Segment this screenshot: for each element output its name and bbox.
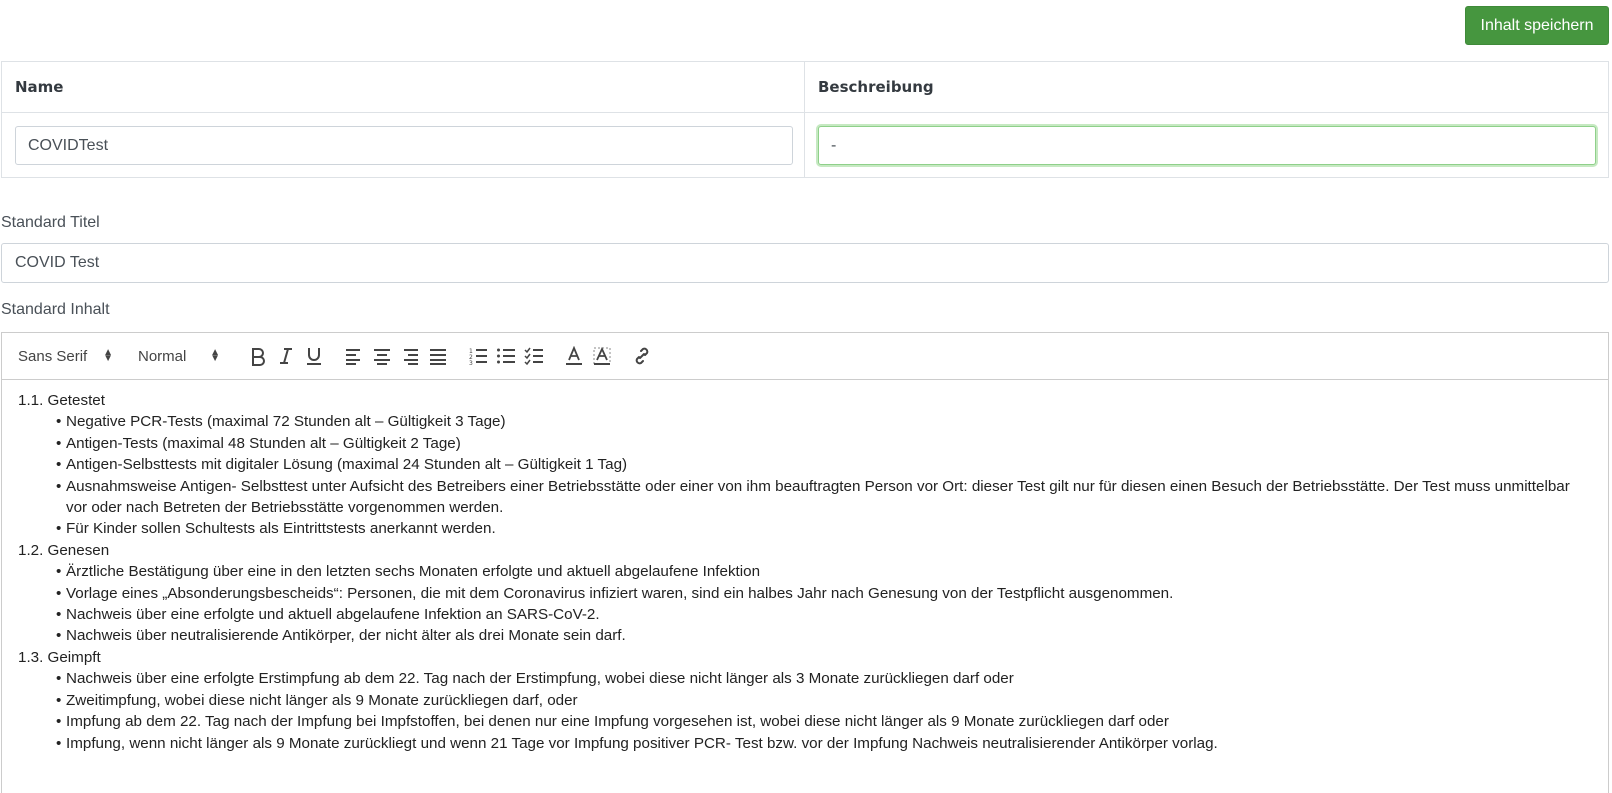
list-item: Vorlage eines „Absonderungsbescheids“: P… bbox=[56, 583, 1592, 605]
italic-icon bbox=[280, 348, 292, 364]
description-input[interactable] bbox=[818, 126, 1596, 165]
list-item: Nachweis über neutralisierende Antikörpe… bbox=[56, 625, 1592, 647]
standard-content-label: Standard Inhalt bbox=[1, 301, 110, 318]
chevron-updown-icon: ▲ ▼ bbox=[210, 347, 220, 364]
standard-title-input[interactable] bbox=[1, 243, 1609, 283]
list-item: Antigen-Tests (maximal 48 Stunden alt – … bbox=[56, 433, 1592, 455]
align-right-icon bbox=[404, 349, 418, 365]
chevron-updown-icon: ▲ ▼ bbox=[103, 347, 113, 364]
text-color-button[interactable] bbox=[560, 342, 588, 370]
align-left-icon bbox=[346, 349, 360, 365]
bullet-list: Negative PCR-Tests (maximal 72 Stunden a… bbox=[18, 411, 1592, 540]
checklist-button[interactable] bbox=[520, 342, 548, 370]
column-header-name: Name bbox=[2, 62, 805, 112]
rich-text-editor: Sans Serif ▲ ▼ Normal ▲ ▼ 123 1.1. Getes… bbox=[1, 332, 1609, 793]
italic-button[interactable] bbox=[272, 342, 300, 370]
list-item: Nachweis über eine erfolgte und aktuell … bbox=[56, 604, 1592, 626]
align-center-button[interactable] bbox=[368, 342, 396, 370]
bullet-list-icon bbox=[497, 348, 515, 364]
column-header-name-label: Name bbox=[15, 78, 64, 96]
background-color-icon bbox=[593, 346, 611, 365]
bullet-list: Ärztliche Bestätigung über eine in den l… bbox=[18, 561, 1592, 647]
list-item: Antigen-Selbsttests mit digitaler Lösung… bbox=[56, 454, 1592, 476]
link-button[interactable] bbox=[628, 342, 656, 370]
description-cell bbox=[805, 113, 1608, 177]
bold-button[interactable] bbox=[244, 342, 272, 370]
bullet-list: Nachweis über eine erfolgte Erstimpfung … bbox=[18, 668, 1592, 754]
link-icon bbox=[635, 347, 649, 365]
bullet-list-button[interactable] bbox=[492, 342, 520, 370]
column-header-description: Beschreibung bbox=[805, 62, 1608, 112]
table-header-row: Name Beschreibung bbox=[2, 62, 1608, 113]
section-title: 1.2. Genesen bbox=[18, 541, 110, 559]
checklist-icon bbox=[524, 347, 543, 366]
standard-title-label: Standard Titel bbox=[1, 214, 100, 231]
list-item: Zweitimpfung, wobei diese nicht länger a… bbox=[56, 690, 1592, 712]
list-item: Impfung, wenn nicht länger als 9 Monate … bbox=[56, 733, 1592, 755]
font-size-value: Normal bbox=[138, 347, 187, 365]
align-center-icon bbox=[374, 349, 390, 365]
font-size-picker[interactable]: Normal ▲ ▼ bbox=[138, 348, 220, 365]
section-title: 1.3. Geimpft bbox=[18, 648, 101, 666]
background-color-button[interactable] bbox=[588, 342, 616, 370]
section-title: 1.1. Getestet bbox=[18, 392, 105, 409]
svg-text:3: 3 bbox=[469, 360, 473, 366]
save-content-button[interactable]: Inhalt speichern bbox=[1465, 6, 1609, 45]
bold-icon bbox=[252, 348, 265, 366]
font-family-value: Sans Serif bbox=[18, 347, 88, 365]
ordered-list-icon: 123 bbox=[469, 348, 487, 366]
underline-icon bbox=[307, 348, 321, 365]
align-left-button[interactable] bbox=[340, 342, 368, 370]
list-item: Nachweis über eine erfolgte Erstimpfung … bbox=[56, 668, 1592, 690]
list-item: Für Kinder sollen Schultests als Eintrit… bbox=[56, 518, 1592, 540]
underline-button[interactable] bbox=[300, 342, 328, 370]
editor-toolbar: Sans Serif ▲ ▼ Normal ▲ ▼ 123 bbox=[2, 333, 1608, 380]
list-item: Negative PCR-Tests (maximal 72 Stunden a… bbox=[56, 411, 1592, 433]
align-right-button[interactable] bbox=[396, 342, 424, 370]
align-justify-icon bbox=[430, 349, 446, 365]
column-header-description-label: Beschreibung bbox=[818, 78, 934, 96]
font-family-picker[interactable]: Sans Serif ▲ ▼ bbox=[18, 348, 113, 365]
list-item: Impfung ab dem 22. Tag nach der Impfung … bbox=[56, 711, 1592, 733]
ordered-list-button[interactable]: 123 bbox=[464, 342, 492, 370]
name-cell bbox=[2, 113, 805, 177]
text-color-icon bbox=[566, 346, 582, 365]
list-item: Ausnahmsweise Antigen- Selbsttest unter … bbox=[56, 476, 1592, 519]
align-justify-button[interactable] bbox=[424, 342, 452, 370]
editor-content[interactable]: 1.1. Getestet Negative PCR-Tests (maximal… bbox=[2, 380, 1608, 764]
name-input[interactable] bbox=[15, 126, 793, 165]
meta-table: Name Beschreibung bbox=[1, 61, 1609, 178]
table-row bbox=[2, 113, 1608, 177]
list-item: Ärztliche Bestätigung über eine in den l… bbox=[56, 561, 1592, 583]
